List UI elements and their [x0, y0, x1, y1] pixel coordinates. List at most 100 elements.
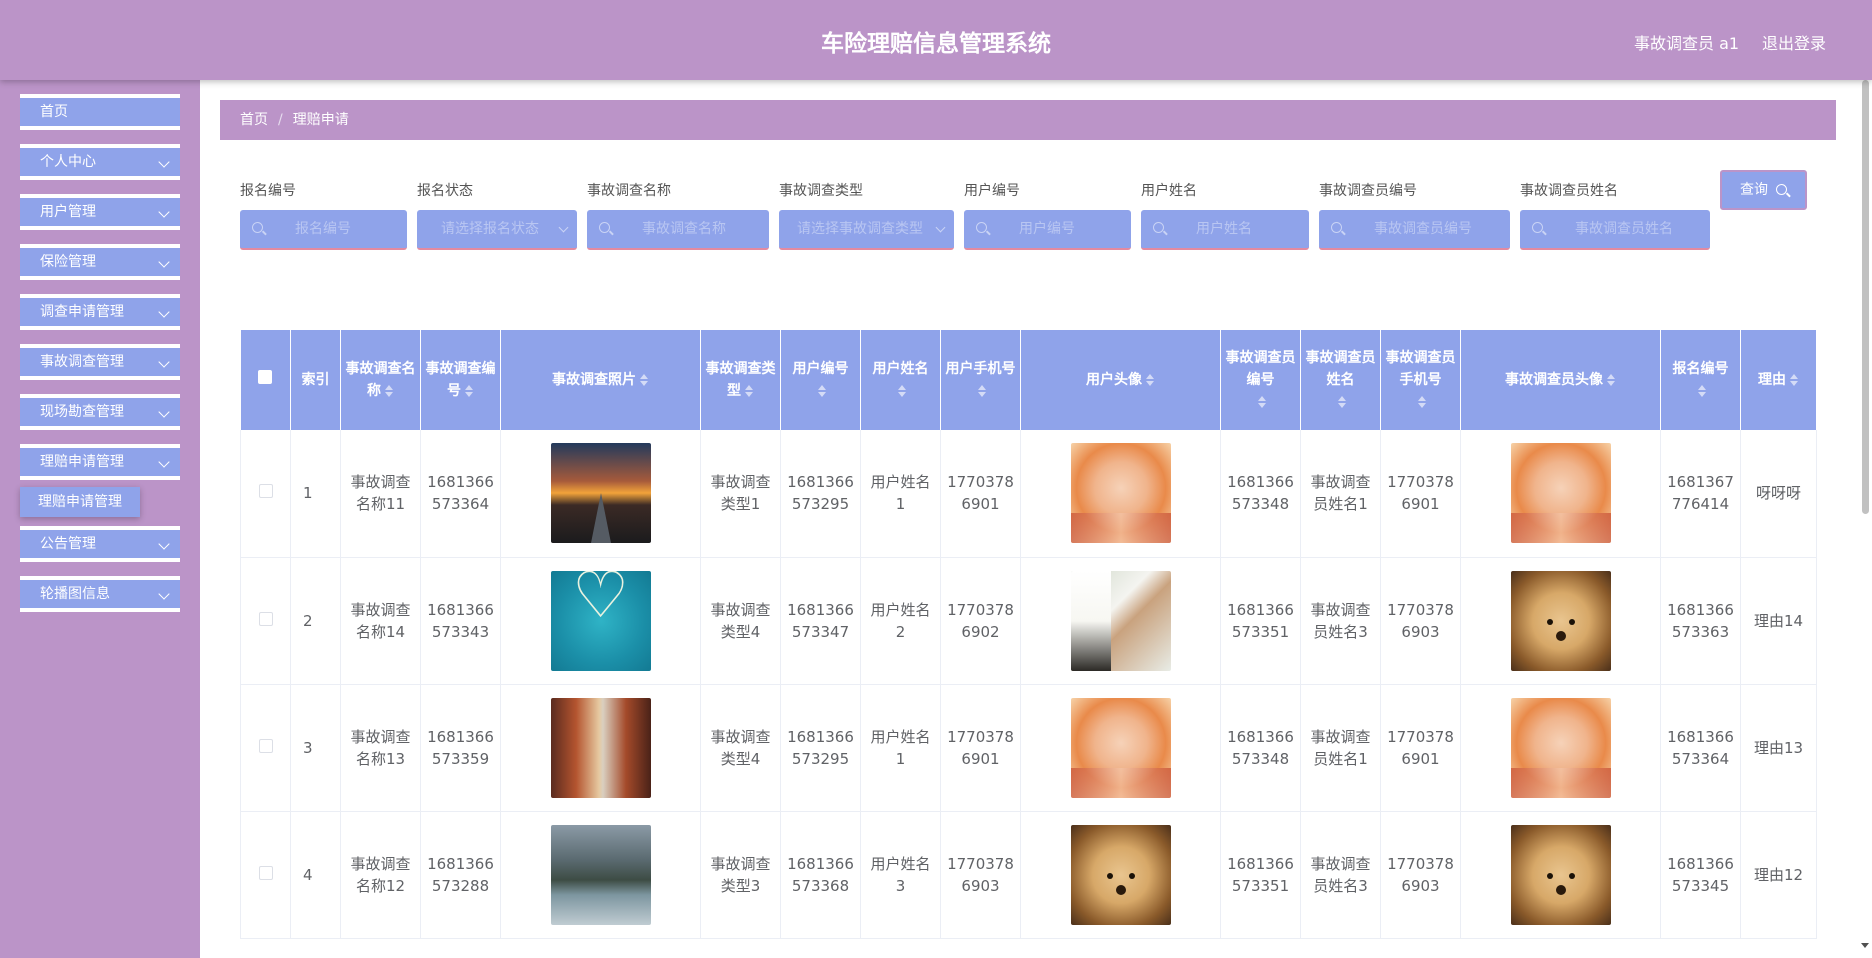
header-accident-code[interactable]: 事故调查编号 [420, 330, 501, 430]
chevron-down-icon [558, 222, 569, 233]
sidebar-item-label: 轮播图信息 [40, 586, 110, 602]
cell-investigator-phone: 17703786903 [1380, 557, 1461, 685]
avatar-smiling-girl[interactable] [1070, 697, 1171, 798]
header-accident-name[interactable]: 事故调查名称 [340, 330, 421, 430]
sort-icon[interactable] [1257, 395, 1267, 409]
avatar-girl-flowers[interactable] [1070, 570, 1171, 671]
investigator-no-placeholder: 事故调查员编号 [1374, 221, 1472, 237]
avatar-puppy[interactable] [1510, 570, 1611, 671]
accident-photo-sunset-road[interactable] [550, 443, 651, 544]
sidebar-item-accident-investigation[interactable]: 事故调查管理 [20, 344, 180, 380]
sort-icon[interactable] [1697, 384, 1707, 398]
apply-status-select[interactable]: 请选择报名状态 [417, 210, 577, 250]
user-name-input[interactable]: 用户姓名 [1141, 210, 1309, 250]
scroll-down-icon[interactable] [1861, 943, 1869, 948]
accident-photo-mountain-lake[interactable] [550, 824, 651, 925]
cell-investigator-no: 1681366573348 [1220, 684, 1301, 812]
header-apply-no[interactable]: 报名编号 [1660, 330, 1741, 430]
sort-icon[interactable] [817, 384, 827, 398]
logout-link[interactable]: 退出登录 [1762, 30, 1826, 54]
header-label: 事故调查名称 [345, 361, 416, 399]
sidebar-item-personal-center[interactable]: 个人中心 [20, 144, 180, 180]
sort-icon[interactable] [464, 384, 474, 398]
header-label: 索引 [301, 372, 330, 388]
cell-investigator-phone: 17703786903 [1380, 811, 1461, 939]
sort-icon[interactable] [977, 384, 987, 398]
header-investigator-avatar[interactable]: 事故调查员头像 [1460, 330, 1661, 430]
avatar-smiling-girl[interactable] [1510, 443, 1611, 544]
sort-icon[interactable] [639, 373, 649, 387]
search-icon [1153, 222, 1164, 233]
sidebar-item-label: 首页 [40, 104, 68, 120]
sort-icon[interactable] [1789, 373, 1799, 387]
cell-investigator-name: 事故调查员姓名1 [1300, 430, 1381, 558]
label-investigator-name: 事故调查员姓名 [1520, 183, 1618, 199]
label-accident-name: 事故调查名称 [587, 183, 671, 199]
sort-icon[interactable] [1145, 373, 1155, 387]
header-accident-photo[interactable]: 事故调查照片 [500, 330, 701, 430]
row-checkbox[interactable] [240, 811, 291, 939]
avatar-puppy[interactable] [1070, 824, 1171, 925]
cell-reason: 理由14 [1740, 557, 1817, 685]
row-checkbox[interactable] [240, 557, 291, 685]
header-investigator-no[interactable]: 事故调查员编号 [1220, 330, 1301, 430]
select-all-checkbox[interactable] [240, 330, 291, 430]
header-accident-type[interactable]: 事故调查类型 [700, 330, 781, 430]
cell-investigator-no: 1681366573351 [1220, 811, 1301, 939]
row-checkbox[interactable] [240, 684, 291, 812]
header-index: 索引 [290, 330, 341, 430]
sidebar-item-announcement-management[interactable]: 公告管理 [20, 526, 180, 562]
chevron-down-icon [158, 256, 170, 268]
search-icon [1532, 222, 1543, 233]
header-user-no[interactable]: 用户编号 [780, 330, 861, 430]
accident-name-input[interactable]: 事故调查名称 [587, 210, 769, 250]
user-no-input[interactable]: 用户编号 [964, 210, 1131, 250]
accident-type-placeholder: 请选择事故调查类型 [797, 221, 923, 237]
cell-apply-no: 1681367776414 [1660, 430, 1741, 558]
accident-type-select[interactable]: 请选择事故调查类型 [779, 210, 954, 250]
checkbox-icon [258, 738, 273, 753]
sidebar-item-claim-management[interactable]: 理赔申请管理 [20, 444, 180, 480]
header-label: 事故调查照片 [552, 372, 636, 388]
header-investigator-phone[interactable]: 事故调查员手机号 [1380, 330, 1461, 430]
accident-photo-corridor[interactable] [550, 697, 651, 798]
sidebar-item-home[interactable]: 首页 [20, 94, 180, 130]
sort-icon[interactable] [1417, 395, 1427, 409]
sidebar-item-user-management[interactable]: 用户管理 [20, 194, 180, 230]
header-reason[interactable]: 理由 [1740, 330, 1817, 430]
scrollbar-thumb[interactable] [1862, 80, 1869, 514]
sidebar-item-carousel-info[interactable]: 轮播图信息 [20, 576, 180, 612]
cell-user-no: 1681366573368 [780, 811, 861, 939]
cell-reason: 理由13 [1740, 684, 1817, 812]
sort-icon[interactable] [897, 384, 907, 398]
user-no-placeholder: 用户编号 [1019, 221, 1075, 237]
query-button[interactable]: 查询 [1720, 170, 1807, 210]
vertical-scrollbar[interactable] [1858, 80, 1872, 958]
cell-accident-code: 1681366573288 [420, 811, 501, 939]
sidebar-subitem-claim-management[interactable]: 理赔申请管理 [20, 487, 140, 517]
avatar-puppy[interactable] [1510, 824, 1611, 925]
cell-accident-photo [500, 430, 701, 558]
sidebar-item-insurance-management[interactable]: 保险管理 [20, 244, 180, 280]
sort-icon[interactable] [744, 384, 754, 398]
row-checkbox[interactable] [240, 430, 291, 558]
investigator-name-input[interactable]: 事故调查员姓名 [1520, 210, 1710, 250]
header-user-name[interactable]: 用户姓名 [860, 330, 941, 430]
breadcrumb-home[interactable]: 首页 [240, 112, 268, 128]
apply-status-placeholder: 请选择报名状态 [441, 221, 539, 237]
accident-photo-heart-island[interactable] [550, 570, 651, 671]
header-investigator-name[interactable]: 事故调查员姓名 [1300, 330, 1381, 430]
sort-icon[interactable] [384, 384, 394, 398]
sidebar-item-site-survey[interactable]: 现场勘查管理 [20, 394, 180, 430]
sidebar-item-investigation-request[interactable]: 调查申请管理 [20, 294, 180, 330]
header-user-avatar[interactable]: 用户头像 [1020, 330, 1221, 430]
investigator-no-input[interactable]: 事故调查员编号 [1319, 210, 1510, 250]
avatar-smiling-girl[interactable] [1510, 697, 1611, 798]
sort-icon[interactable] [1337, 395, 1347, 409]
header-user-phone[interactable]: 用户手机号 [940, 330, 1021, 430]
avatar-smiling-girl[interactable] [1070, 443, 1171, 544]
checkbox-icon [258, 370, 273, 384]
breadcrumb-current: 理赔申请 [292, 112, 349, 128]
sort-icon[interactable] [1606, 373, 1616, 387]
apply-no-input[interactable]: 报名编号 [240, 210, 407, 250]
